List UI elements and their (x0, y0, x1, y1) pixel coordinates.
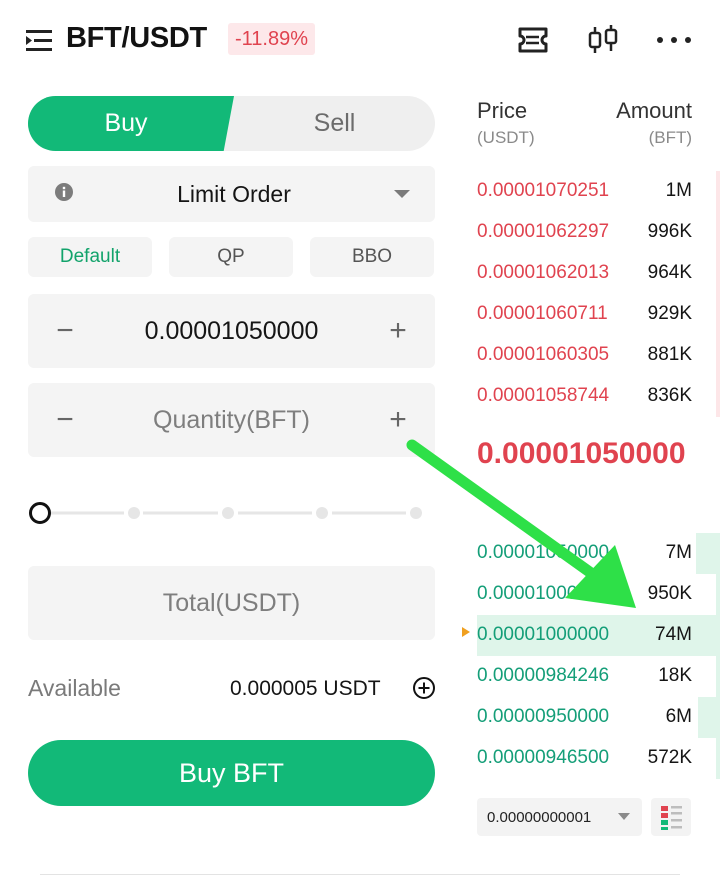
ask-price: 0.00001060305 (477, 344, 610, 365)
bid-depth-bar (716, 656, 720, 697)
menu-icon[interactable] (26, 28, 56, 54)
bid-row[interactable]: 0.00001000000 950K (477, 574, 720, 615)
ask-amount: 1M (665, 180, 692, 201)
amount-slider[interactable] (28, 500, 428, 526)
last-price[interactable]: 0.00001050000 (477, 436, 717, 472)
ask-row[interactable]: 0.00001060711 929K (477, 294, 720, 335)
ask-row[interactable]: 0.00001070251 1M (477, 171, 720, 212)
ask-row[interactable]: 0.00001062013 964K (477, 253, 720, 294)
ask-price: 0.00001058744 (477, 385, 610, 406)
ask-depth-bar (716, 376, 720, 417)
quantity-stepper: − Quantity(BFT) + (28, 383, 435, 457)
book-layout-icon[interactable] (651, 798, 691, 836)
bid-row[interactable]: 0.00001050000 7M (477, 533, 720, 574)
bid-row[interactable]: 0.00001000000 74M (477, 615, 720, 656)
ask-amount: 996K (647, 221, 692, 242)
divider (40, 874, 680, 875)
add-funds-icon[interactable] (412, 676, 436, 700)
ask-amount: 964K (647, 262, 692, 283)
bid-amount: 6M (665, 706, 692, 727)
bid-amount: 18K (658, 665, 692, 686)
pair-title[interactable]: BFT/USDT (66, 22, 207, 55)
more-icon[interactable] (656, 22, 692, 58)
bid-amount: 950K (647, 583, 692, 604)
precision-value: 0.00000000001 (487, 808, 592, 826)
bid-depth-bar (716, 738, 720, 779)
bid-row[interactable]: 0.00000946500 572K (477, 738, 720, 779)
buy-submit-button[interactable]: Buy BFT (28, 740, 435, 806)
bid-depth-bar (696, 533, 720, 574)
amount-header: Amount (616, 98, 692, 123)
ask-price: 0.00001062013 (477, 262, 610, 283)
change-badge: -11.89% (228, 23, 316, 55)
bid-price: 0.00000950000 (477, 706, 610, 727)
bid-price: 0.00001000000 (477, 583, 610, 604)
ask-amount: 881K (647, 344, 692, 365)
sell-tab[interactable]: Sell (234, 96, 435, 151)
caret-down-icon (394, 190, 410, 198)
available-label: Available (28, 675, 121, 701)
bid-row[interactable]: 0.00000984246 18K (477, 656, 720, 697)
price-decrease-button[interactable]: − (28, 294, 102, 368)
ask-row[interactable]: 0.00001060305 881K (477, 335, 720, 376)
ask-depth-bar (716, 171, 720, 212)
own-order-marker-icon (462, 627, 470, 637)
ticket-icon[interactable] (515, 22, 551, 58)
price-increase-button[interactable]: + (361, 294, 435, 368)
ask-depth-bar (716, 294, 720, 335)
ask-depth-bar (716, 335, 720, 376)
price-stepper: − 0.00001050000 + (28, 294, 435, 368)
ask-amount: 929K (647, 303, 692, 324)
bid-price: 0.00000984246 (477, 665, 610, 686)
bid-price: 0.00001000000 (477, 624, 610, 645)
amount-unit: (BFT) (648, 128, 692, 147)
bid-amount: 572K (647, 747, 692, 768)
bid-price: 0.00001050000 (477, 542, 610, 563)
quantity-increase-button[interactable]: + (361, 383, 435, 457)
total-input[interactable]: Total(USDT) (28, 566, 435, 640)
buy-sell-toggle: Buy Sell (28, 96, 435, 151)
ask-depth-bar (716, 253, 720, 294)
buy-tab[interactable]: Buy (28, 96, 234, 151)
bid-depth-bar (716, 574, 720, 615)
ask-row[interactable]: 0.00001062297 996K (477, 212, 720, 253)
ask-price: 0.00001070251 (477, 180, 610, 201)
bid-price: 0.00000946500 (477, 747, 610, 768)
ask-amount: 836K (647, 385, 692, 406)
info-icon[interactable] (54, 182, 74, 207)
quantity-input[interactable]: Quantity(BFT) (102, 406, 361, 435)
candlestick-icon[interactable] (585, 22, 621, 58)
ask-row[interactable]: 0.00001058744 836K (477, 376, 720, 417)
bid-depth-bar (698, 697, 720, 738)
ask-price: 0.00001060711 (477, 303, 608, 324)
bid-amount: 74M (655, 624, 692, 645)
available-value: 0.000005 USDT (230, 677, 381, 700)
order-type-label: Limit Order (177, 180, 291, 207)
mode-bbo[interactable]: BBO (310, 237, 434, 277)
order-type-select[interactable]: Limit Order (28, 166, 435, 222)
price-header: Price (477, 98, 528, 123)
bid-amount: 7M (665, 542, 692, 563)
bid-row[interactable]: 0.00000950000 6M (477, 697, 720, 738)
mode-qp[interactable]: QP (169, 237, 293, 277)
price-unit: (USDT) (477, 128, 535, 147)
price-input[interactable]: 0.00001050000 (102, 317, 361, 346)
ask-depth-bar (716, 212, 720, 253)
ask-price: 0.00001062297 (477, 221, 610, 242)
chevron-down-icon (618, 813, 630, 820)
precision-select[interactable]: 0.00000000001 (477, 798, 642, 836)
quantity-decrease-button[interactable]: − (28, 383, 102, 457)
mode-default[interactable]: Default (28, 237, 152, 277)
